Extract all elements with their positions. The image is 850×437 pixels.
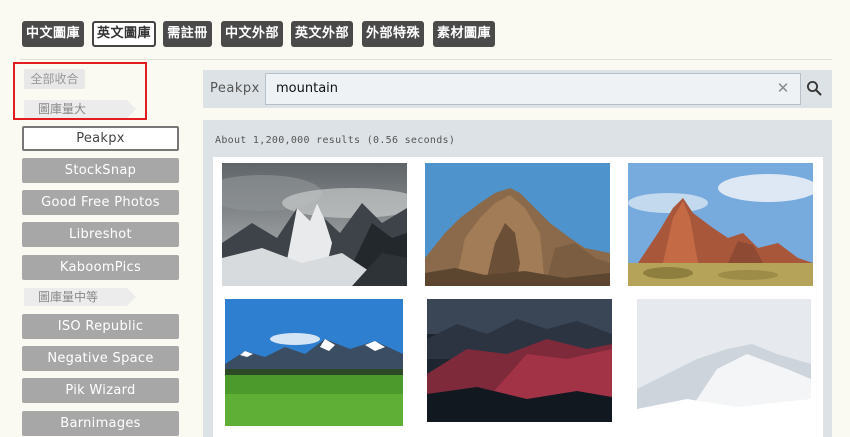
source-button-stocksnap[interactable]: StockSnap	[22, 158, 179, 183]
result-image-3[interactable]	[628, 163, 813, 286]
search-icon[interactable]	[806, 80, 822, 96]
tab-chinese-external[interactable]: 中文外部	[221, 21, 283, 47]
highlight-box	[13, 62, 147, 120]
result-image-4[interactable]	[225, 299, 403, 426]
source-button-barnimages[interactable]: Barnimages	[22, 411, 179, 436]
search-engine-label: Peakpx	[210, 81, 260, 96]
category-tab-bar: 中文圖庫 英文圖庫 需註冊 中文外部 英文外部 外部特殊 素材圖庫	[0, 0, 850, 60]
result-image-5[interactable]	[427, 299, 612, 422]
search-input[interactable]: mountain	[265, 73, 801, 105]
source-button-kaboompics[interactable]: KaboomPics	[22, 255, 179, 280]
group-label-medium[interactable]: 圖庫量中等	[24, 288, 136, 306]
results-stats: About 1,200,000 results (0.56 seconds)	[215, 135, 456, 146]
source-button-iso-republic[interactable]: ISO Republic	[22, 314, 179, 339]
result-image-1[interactable]	[222, 163, 407, 286]
tab-english-library[interactable]: 英文圖庫	[92, 21, 156, 47]
source-button-negative-space[interactable]: Negative Space	[22, 346, 179, 371]
result-image-2[interactable]	[425, 163, 610, 286]
source-button-pik-wizard[interactable]: Pik Wizard	[22, 378, 179, 403]
source-button-peakpx[interactable]: Peakpx	[22, 126, 179, 151]
tab-material-library[interactable]: 素材圖庫	[433, 21, 495, 47]
close-icon[interactable]: ✕	[776, 80, 790, 96]
tab-chinese-library[interactable]: 中文圖庫	[22, 21, 84, 47]
divider	[20, 59, 832, 60]
tab-registration-required[interactable]: 需註冊	[163, 21, 212, 47]
search-bar: Peakpx mountain	[203, 70, 832, 108]
source-button-good-free-photos[interactable]: Good Free Photos	[22, 190, 179, 215]
result-image-6[interactable]	[637, 299, 811, 429]
tab-external-special[interactable]: 外部特殊	[362, 21, 424, 47]
source-button-libreshot[interactable]: Libreshot	[22, 222, 179, 247]
tab-english-external[interactable]: 英文外部	[291, 21, 353, 47]
